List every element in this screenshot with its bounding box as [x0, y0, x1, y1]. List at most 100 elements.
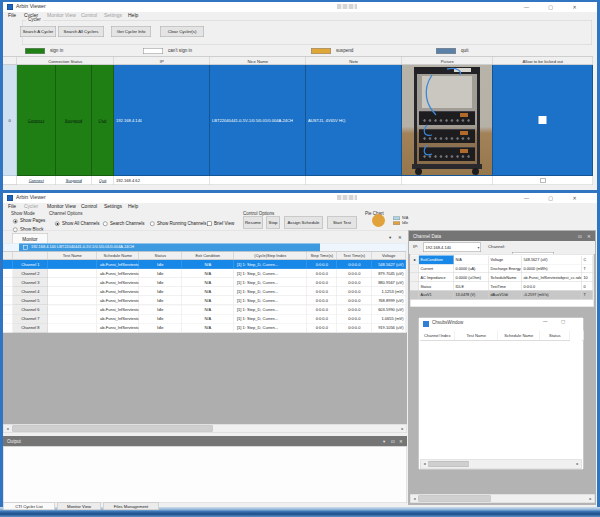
menu-monitor-view[interactable]: Monitor View [47, 204, 76, 210]
quit-link-cell[interactable]: Quit [92, 65, 114, 176]
monitor-cell: 919.1056 (uV) [372, 323, 406, 332]
connect-link-cell[interactable]: Connect [17, 176, 56, 185]
get-cycler-info-button[interactable]: Get Cycler Info [111, 26, 151, 37]
connect-link-cell[interactable]: Connect [17, 65, 56, 176]
connect-link[interactable]: Connect [17, 118, 55, 123]
status-tab-cti-cycler-list[interactable]: CTI Cycler List [3, 503, 55, 511]
channel-cell[interactable]: Channel 4 [13, 287, 48, 296]
channel-data-pin-icon[interactable]: ⊡ [578, 232, 582, 242]
menu-control[interactable]: Control [81, 13, 97, 19]
menu-file[interactable]: File [8, 204, 16, 210]
stop-button[interactable]: Stop [266, 217, 280, 229]
scroll-thumb[interactable] [419, 496, 491, 502]
channel-options-label: Channel Options [49, 211, 83, 216]
suspend-link[interactable]: Suspend [56, 178, 92, 183]
scroll-right-icon[interactable]: ▸ [399, 425, 407, 433]
quit-link[interactable]: Quit [92, 178, 114, 183]
panel-close-icon[interactable]: ✕ [398, 235, 402, 240]
ip-combobox[interactable]: 192.168.4.140▾ [423, 243, 481, 253]
monitor-cell: [1] 1: Step_D, Curren... [234, 269, 307, 278]
scroll-thumb[interactable] [13, 426, 213, 432]
monitor-cell: ab-Funsi_InfServtestob... [97, 269, 139, 278]
maximize-button[interactable]: ▢ [544, 2, 557, 12]
status-tab-monitor-view[interactable]: Monitor View [57, 503, 101, 511]
show-running-channels-radio[interactable] [150, 222, 155, 227]
channel-cell[interactable]: Channel 3 [13, 278, 48, 287]
menu-cycler[interactable]: Cycler [24, 204, 38, 210]
connect-link[interactable]: Connect [17, 178, 56, 183]
resume-button[interactable]: Resume [243, 217, 263, 229]
search-a-cycler-button[interactable]: Search A Cycler [20, 26, 56, 37]
monitor-cell: [1] 1: Step_D, Curren... [234, 314, 307, 323]
channel-cell[interactable]: Channel 5 [13, 296, 48, 305]
monitor-tab[interactable]: Monitor [12, 234, 48, 244]
output-pin-icon[interactable]: ⊡ [391, 437, 395, 447]
suspend-link-cell[interactable]: Suspend [56, 65, 92, 176]
assign-schedule-button[interactable]: Assign Schedule [284, 217, 323, 229]
clear-cycler-s--button[interactable]: Clear Cycler(s) [160, 26, 204, 37]
dock-hscrollbar[interactable]: ◂ ▸ [410, 494, 595, 503]
menu-help[interactable]: Help [128, 13, 138, 19]
scroll-right-icon[interactable]: ▸ [587, 495, 595, 503]
monitor-cell: 0:0:0.0 [337, 296, 372, 305]
nice-name-cell: LBT22040441-0-5V-1/0.5/0.01/0.004A-24CH [210, 65, 306, 176]
suspend-link-cell[interactable]: Suspend [56, 176, 92, 185]
search-all-cyclers-button[interactable]: Search All Cyclers [58, 26, 104, 37]
menu-settings[interactable]: Settings [104, 13, 122, 19]
collapse-icon[interactable] [23, 245, 28, 250]
brief-view-checkbox[interactable] [207, 222, 212, 227]
panel-menu-icon[interactable]: ▾ [389, 235, 391, 240]
monitor-column-header: Test Name [48, 252, 97, 261]
channel-cell[interactable]: Channel 2 [13, 269, 48, 278]
monitor-cell [48, 287, 97, 296]
menu-control[interactable]: Control [81, 204, 97, 210]
channel-data-close-icon[interactable]: ✕ [587, 232, 591, 242]
monitor-cell: [1] 1: Step_D, Curren... [234, 305, 307, 314]
close-button[interactable]: ✕ [568, 193, 581, 203]
status-tab-files-management[interactable]: Files Management [103, 503, 159, 511]
quit-link-cell[interactable]: Quit [92, 176, 114, 185]
show-pages-radio[interactable] [13, 219, 18, 224]
channels-status-hscrollbar[interactable]: ◂ ▸ [420, 460, 582, 469]
menu-help[interactable]: Help [128, 204, 138, 210]
menu-monitor-view[interactable]: Monitor View [47, 13, 76, 19]
channels-status-minimize[interactable]: — [543, 319, 548, 324]
minimize-button[interactable]: — [520, 193, 533, 203]
monitor-cell: 1.0655 (mV) [372, 314, 406, 323]
minimize-button[interactable]: — [520, 2, 533, 12]
monitor-cell: 0:0:0.0 [337, 287, 372, 296]
channel-data-cell: 0 [582, 282, 593, 291]
start-test-button[interactable]: Start Test [327, 217, 357, 229]
scroll-right-icon[interactable]: ▸ [574, 460, 582, 468]
quit-link[interactable]: Quit [92, 118, 113, 123]
channel-cell[interactable]: Channel 7 [13, 314, 48, 323]
menu-file[interactable]: File [8, 13, 16, 19]
top-menubar: FileCyclerMonitor ViewControlSettingsHel… [8, 13, 588, 20]
scroll-left-icon[interactable]: ◂ [421, 460, 429, 468]
channel-cell[interactable]: Channel 1 [13, 260, 48, 269]
scroll-left-icon[interactable]: ◂ [411, 495, 419, 503]
bottom-titlebar [3, 193, 597, 203]
channel-cell[interactable]: Channel 6 [13, 305, 48, 314]
show-all-channels-radio[interactable] [55, 222, 60, 227]
monitor-cell: Idle [139, 323, 182, 332]
channels-status-column-header: Channel Index [420, 331, 455, 341]
output-close-icon[interactable]: ✕ [399, 437, 403, 447]
scroll-left-icon[interactable]: ◂ [4, 425, 12, 433]
allow-kick-checkbox[interactable] [540, 178, 545, 183]
channel-cell[interactable]: Channel 8 [13, 323, 48, 332]
suspend-link[interactable]: Suspend [56, 118, 91, 123]
allow-kick-checkbox[interactable] [539, 116, 547, 124]
monitor-hscrollbar[interactable]: ◂ ▸ [3, 424, 407, 433]
close-button[interactable]: ✕ [568, 2, 581, 12]
maximize-button[interactable]: ▢ [544, 193, 557, 203]
menu-settings[interactable]: Settings [104, 204, 122, 210]
picture-cell [402, 65, 493, 176]
channels-status-maximize[interactable]: ▢ [561, 319, 565, 324]
cycler-groupbox [22, 20, 592, 45]
row-selector-cell [410, 282, 419, 291]
pie-legend-swatch [393, 222, 400, 226]
scroll-thumb[interactable] [429, 461, 469, 467]
output-menu-icon[interactable]: ▾ [383, 437, 385, 447]
search-channels-radio[interactable] [103, 222, 108, 227]
